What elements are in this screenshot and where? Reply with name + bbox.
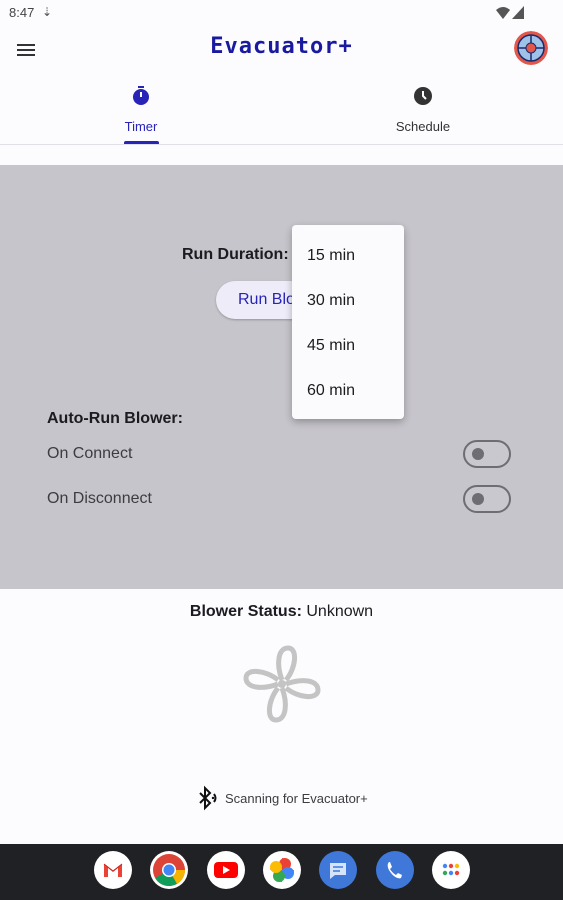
phone-icon[interactable] (376, 851, 414, 889)
blower-status-value: Unknown (306, 603, 374, 620)
signal-icon (512, 6, 524, 19)
stopwatch-icon (133, 86, 149, 105)
toggle-knob (472, 448, 484, 460)
photos-icon[interactable] (263, 851, 301, 889)
app-drawer-icon[interactable] (432, 851, 470, 889)
clock-icon (414, 87, 432, 105)
gmail-icon[interactable] (94, 851, 132, 889)
auto-run-title: Auto-Run Blower: (47, 410, 183, 427)
tab-timer-label: Timer (124, 119, 158, 134)
chrome-icon[interactable] (150, 851, 188, 889)
blower-status: Blower Status: Unknown (0, 603, 563, 621)
run-duration-label: Run Duration: (182, 246, 289, 263)
blower-status-label: Blower Status: (189, 603, 302, 620)
dropdown-option-45[interactable]: 45 min (307, 337, 355, 355)
status-time: 8:47 (9, 5, 35, 20)
bluetooth-searching-icon (199, 785, 217, 811)
on-connect-label: On Connect (47, 445, 133, 462)
dropdown-option-60[interactable]: 60 min (307, 382, 355, 400)
duration-dropdown-menu: 15 min 30 min 45 min 60 min (292, 225, 404, 419)
tab-bar: Timer Schedule (0, 76, 563, 145)
messages-icon[interactable] (319, 851, 357, 889)
download-arrow-icon: ⇣ (42, 5, 53, 19)
tab-schedule-label: Schedule (395, 119, 451, 134)
on-connect-toggle[interactable] (463, 440, 511, 468)
tab-schedule[interactable]: Schedule (282, 76, 563, 144)
youtube-icon[interactable] (207, 851, 245, 889)
fan-icon (243, 645, 321, 723)
bluetooth-scan-text: Scanning for Evacuator+ (225, 791, 368, 806)
on-disconnect-toggle[interactable] (463, 485, 511, 513)
toggle-knob (472, 493, 484, 505)
tab-timer[interactable]: Timer (0, 76, 282, 144)
app-title: Evacuator+ (210, 34, 353, 59)
dropdown-option-30[interactable]: 30 min (307, 292, 355, 310)
on-disconnect-label: On Disconnect (47, 490, 152, 507)
wifi-icon (496, 7, 510, 19)
tab-indicator (124, 141, 159, 144)
account-avatar-icon[interactable] (514, 31, 548, 65)
dropdown-option-15[interactable]: 15 min (307, 247, 355, 265)
timer-panel (0, 165, 563, 589)
bluetooth-scan-status: Scanning for Evacuator+ (195, 784, 385, 812)
status-bar: 8:47 ⇣ (0, 0, 563, 26)
